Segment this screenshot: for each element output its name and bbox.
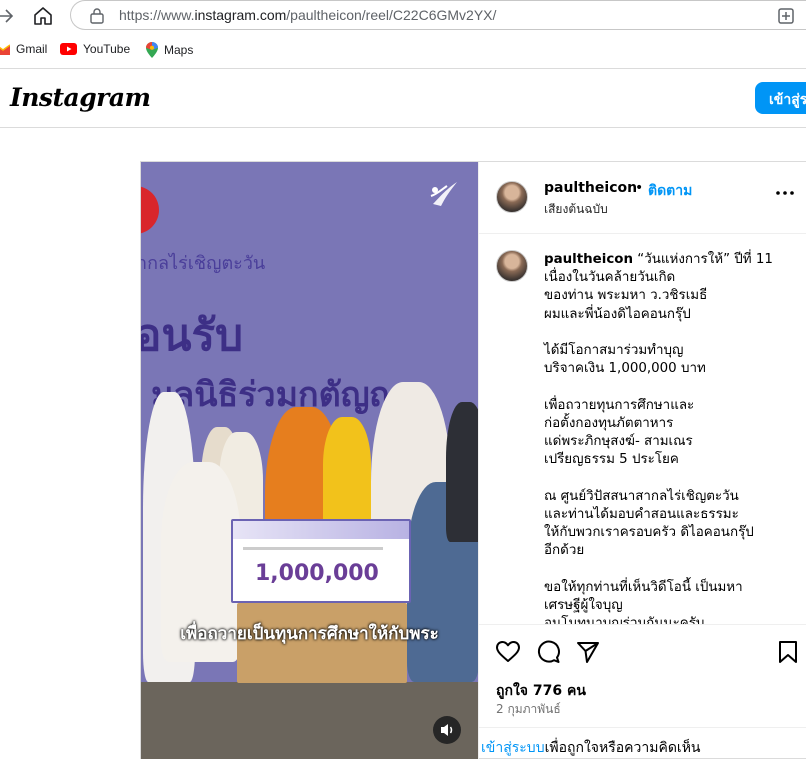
cheque-amount: 1,000,000	[255, 561, 379, 586]
company-logo-icon	[430, 182, 457, 206]
instagram-header: Instagram เข้าสู่ระบบ	[0, 68, 806, 128]
banner-text-line2: อนรับ	[141, 310, 244, 361]
post-date: 2 กุมภาพันธ์	[496, 702, 561, 716]
avatar[interactable]	[496, 181, 528, 213]
url-prefix: https://www.	[119, 7, 195, 23]
speaker-icon	[441, 724, 453, 736]
youtube-icon	[60, 43, 77, 55]
extension-icon[interactable]	[776, 6, 796, 26]
donation-cheque: 1,000,000	[231, 519, 411, 603]
instagram-logo[interactable]: Instagram	[10, 83, 151, 112]
bookmark-label: Gmail	[16, 42, 48, 56]
follow-button[interactable]: ติดตาม	[648, 180, 692, 202]
caption-area: paultheicon “วันแห่งการให้” ปีที่ 11 เนื…	[479, 234, 806, 624]
address-bar[interactable]: https://www.instagram.com/paultheicon/re…	[70, 0, 806, 30]
forward-arrow-icon[interactable]	[0, 6, 14, 26]
login-prompt-text: เพื่อถูกใจหรือความคิดเห็น	[544, 740, 701, 756]
bookmark-label: YouTube	[83, 42, 131, 56]
cheque-header	[233, 521, 409, 539]
url-host: instagram.com	[194, 7, 287, 23]
post-sidebar: paultheicon • ติดตาม เสียงต้นฉบับ paulth…	[478, 162, 806, 759]
login-prompt: เข้าสู่ระบบเพื่อถูกใจหรือความคิดเห็น	[481, 737, 701, 759]
floor	[141, 682, 478, 759]
divider	[479, 624, 806, 625]
person-figure	[446, 402, 478, 542]
bookmark-gmail[interactable]: Gmail	[0, 42, 47, 56]
reel-video[interactable]: ากลไร่เชิญตะวัน อนรับ มูลนิธิร่วมกตัญญู …	[141, 162, 478, 759]
comment-icon[interactable]	[535, 639, 561, 665]
bookmark-maps[interactable]: Maps	[146, 42, 193, 58]
login-link[interactable]: เข้าสู่ระบบ	[481, 740, 545, 756]
caption-body: “วันแห่งการให้” ปีที่ 11 เนื่องในวันคล้า…	[544, 252, 773, 624]
mute-button[interactable]	[433, 716, 461, 744]
video-subtitle: เพื่อถวายเป็นทุนการศึกษาให้กับพระ	[180, 624, 439, 644]
bookmark-icon[interactable]	[775, 639, 801, 665]
username-link[interactable]: paultheicon	[544, 180, 637, 196]
banner-text-line3: มูลนิธิร่วมกตัญญู	[151, 375, 399, 415]
login-button[interactable]: เข้าสู่ระบบ	[755, 82, 806, 114]
caption-avatar[interactable]	[496, 250, 528, 282]
banner-text-line1: ากลไร่เชิญตะวัน	[141, 253, 266, 274]
home-icon[interactable]	[32, 5, 54, 27]
lock-icon[interactable]	[89, 7, 105, 24]
separator-dot: •	[635, 180, 644, 196]
likes-count[interactable]: ถูกใจ 776 คน	[496, 680, 586, 702]
url-path: /paultheicon/reel/C22C6GMv2YX/	[286, 7, 497, 23]
more-options-icon[interactable]	[775, 188, 795, 198]
bookmark-youtube[interactable]: YouTube	[60, 42, 130, 56]
caption-text: paultheicon “วันแห่งการให้” ปีที่ 11 เนื…	[544, 251, 806, 624]
reel-post: ากลไร่เชิญตะวัน อนรับ มูลนิธิร่วมกตัญญู …	[140, 161, 806, 759]
gmail-icon	[0, 44, 10, 55]
maps-icon	[146, 42, 158, 58]
share-icon[interactable]	[575, 639, 601, 665]
cheque-line	[243, 547, 383, 550]
divider	[479, 727, 806, 728]
sponsor-logo	[141, 186, 159, 234]
url-text[interactable]: https://www.instagram.com/paultheicon/re…	[119, 7, 496, 23]
caption-username[interactable]: paultheicon	[544, 252, 633, 267]
audio-label[interactable]: เสียงต้นฉบับ	[544, 200, 608, 219]
bookmarks-bar: Gmail YouTube Maps	[0, 36, 806, 64]
bookmark-label: Maps	[164, 43, 194, 57]
heart-icon[interactable]	[495, 639, 521, 665]
browser-toolbar: https://www.instagram.com/paultheicon/re…	[0, 0, 806, 32]
